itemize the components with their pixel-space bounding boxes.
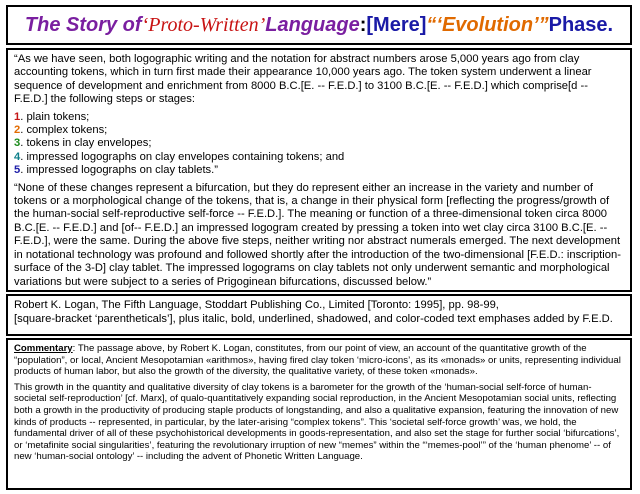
commentary-box: Commentary: The passage above, by Robert… [6,338,632,490]
title-proto: ‘Proto- [141,13,200,36]
page: The Story of ‘Proto- Written’ Language: [… [0,0,640,494]
list-text: . tokens in clay envelopes; [20,137,152,150]
title-phase: Phase. [548,13,614,36]
list-item: 4. impressed logographs on clay envelope… [14,151,624,164]
title-evolution: Evolution [441,13,534,36]
commentary-heading: Commentary [14,343,73,354]
list-text: . complex tokens; [20,124,108,137]
title-evolution-open: “‘ [426,13,442,36]
list-text: . impressed logographs on clay tablets.” [20,164,218,177]
commentary-paragraph-1: : The passage above, by Robert K. Logan,… [14,343,621,378]
list-item: 1. plain tokens; [14,111,624,124]
title-mere: [Mere] [366,13,427,36]
list-item: 3. tokens in clay envelopes; [14,137,624,150]
title-the-story-of: The Story of [24,13,142,36]
citation-box: Robert K. Logan, The Fifth Language, Sto… [6,294,632,336]
token-stage-list: 1. plain tokens; 2. complex tokens; 3. t… [14,111,624,178]
list-text: . plain tokens; [20,110,90,123]
quote-paragraph-1: “As we have seen, both logographic writi… [14,53,592,106]
commentary-paragraph-2: This growth in the quantity and qualitat… [14,381,620,463]
citation-line-1: Robert K. Logan, The Fifth Language, Sto… [14,299,499,311]
quote-box: “As we have seen, both logographic writi… [6,48,632,292]
title-language: Language [265,13,360,36]
citation-line-2: [square-bracket ‘parentheticals’], plus … [14,312,613,325]
quote-paragraph-2: “None of these changes represent a bifur… [14,181,621,288]
list-text: . impressed logographs on clay envelopes… [20,150,345,163]
title-evolution-close: ’” [533,13,549,36]
list-item: 5. impressed logographs on clay tablets.… [14,164,624,177]
title-colon: : [359,13,367,36]
title-written: Written’ [199,13,266,36]
list-item: 2. complex tokens; [14,124,624,137]
title-banner: The Story of ‘Proto- Written’ Language: [… [6,5,632,45]
